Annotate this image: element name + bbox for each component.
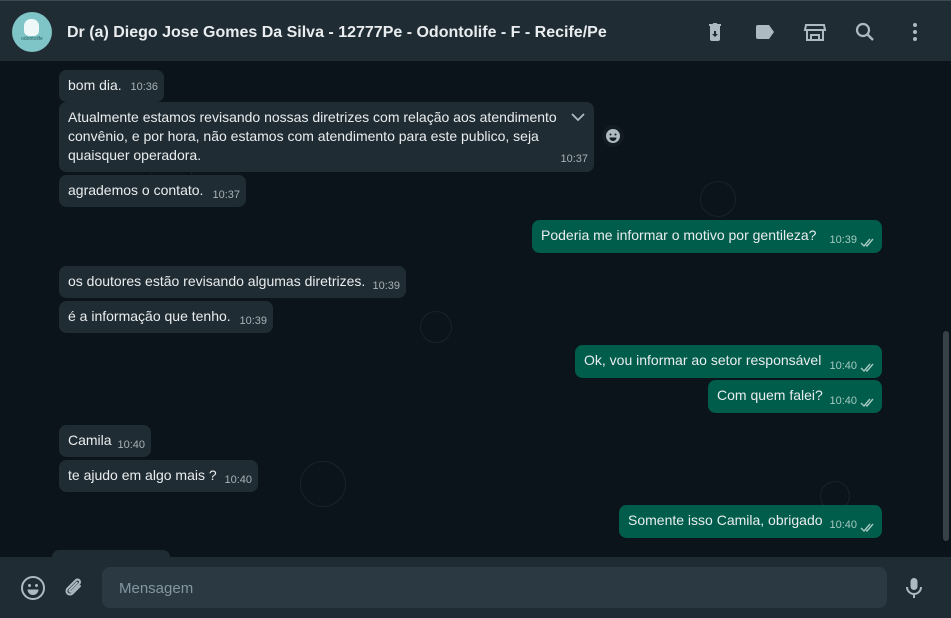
message-text-line: convênio, e por hora, não estamos com at… xyxy=(68,128,539,144)
delete-icon[interactable] xyxy=(703,20,727,44)
partial-incoming-message xyxy=(52,550,170,557)
read-ticks-icon xyxy=(860,398,874,408)
message-time: 10:39 xyxy=(239,315,267,327)
incoming-message[interactable]: Atualmente estamos revisando nossas dire… xyxy=(59,102,594,172)
message-text: te ajudo em algo mais ? xyxy=(68,467,217,483)
message-time: 10:39 xyxy=(829,234,857,246)
message-text: Poderia me informar o motivo por gentile… xyxy=(541,227,817,243)
chevron-down-icon[interactable] xyxy=(571,112,585,122)
message-text: Camila xyxy=(68,432,112,448)
message-time: 10:40 xyxy=(829,519,857,531)
chat-scrollbar[interactable] xyxy=(943,331,949,541)
incoming-message[interactable]: é a informação que tenho. 10:39 xyxy=(59,301,273,333)
message-time: 10:40 xyxy=(829,395,857,407)
incoming-message[interactable]: os doutores estão revisando algumas dire… xyxy=(59,266,406,298)
outgoing-message[interactable]: Com quem falei? 10:40 xyxy=(708,380,882,413)
incoming-message[interactable]: agrademos o contato. 10:37 xyxy=(59,175,246,207)
chat-panel[interactable]: bom dia. 10:36 Atualmente estamos revisa… xyxy=(0,61,951,557)
read-ticks-icon xyxy=(860,523,874,533)
message-time: 10:39 xyxy=(372,280,400,292)
emoji-icon[interactable] xyxy=(20,575,46,601)
menu-icon[interactable] xyxy=(903,20,927,44)
message-text: bom dia. xyxy=(68,77,122,93)
contact-avatar[interactable]: odontolife xyxy=(12,12,52,52)
search-icon[interactable] xyxy=(853,20,877,44)
message-time: 10:36 xyxy=(130,81,158,93)
attach-icon[interactable] xyxy=(61,575,87,601)
chat-header: odontolife Dr (a) Diego Jose Gomes Da Si… xyxy=(0,0,951,61)
wallpaper-doodle xyxy=(700,181,736,217)
incoming-message[interactable]: te ajudo em algo mais ? 10:40 xyxy=(59,460,258,492)
outgoing-message[interactable]: Ok, vou informar ao setor responsável 10… xyxy=(575,345,882,378)
message-text: Ok, vou informar ao setor responsável xyxy=(584,352,822,368)
contact-name[interactable]: Dr (a) Diego Jose Gomes Da Silva - 12777… xyxy=(67,24,607,42)
message-text: os doutores estão revisando algumas dire… xyxy=(68,273,366,289)
message-input[interactable]: Mensagem xyxy=(102,567,887,608)
wallpaper-doodle xyxy=(420,311,452,343)
read-ticks-icon xyxy=(860,363,874,373)
message-time: 10:40 xyxy=(224,474,252,486)
shop-icon[interactable] xyxy=(803,20,827,44)
outgoing-message[interactable]: Somente isso Camila, obrigado 10:40 xyxy=(619,505,882,538)
message-input-placeholder: Mensagem xyxy=(119,580,194,597)
message-time: 10:37 xyxy=(212,189,240,201)
compose-bar: Mensagem xyxy=(0,557,951,618)
label-icon[interactable] xyxy=(753,20,777,44)
wallpaper-doodle xyxy=(300,461,346,507)
avatar-brand-text: odontolife xyxy=(21,36,43,42)
tooth-logo-icon xyxy=(24,19,39,36)
read-ticks-icon xyxy=(860,238,874,248)
incoming-message[interactable]: Camila 10:40 xyxy=(59,425,151,457)
message-time: 10:37 xyxy=(560,153,588,165)
message-text-line: quaisquer operadora. xyxy=(68,147,202,163)
incoming-message[interactable]: bom dia. 10:36 xyxy=(59,70,164,102)
message-text-line: Atualmente estamos revisando nossas dire… xyxy=(68,109,557,125)
outgoing-message[interactable]: Poderia me informar o motivo por gentile… xyxy=(532,220,882,253)
message-text: agrademos o contato. xyxy=(68,182,204,198)
message-time: 10:40 xyxy=(829,360,857,372)
message-text: Com quem falei? xyxy=(717,387,823,403)
message-text: Somente isso Camila, obrigado xyxy=(628,512,823,528)
message-time: 10:40 xyxy=(117,439,145,451)
emoji-reaction-icon[interactable] xyxy=(602,125,624,147)
message-text: é a informação que tenho. xyxy=(68,308,231,324)
mic-icon[interactable] xyxy=(901,575,927,601)
